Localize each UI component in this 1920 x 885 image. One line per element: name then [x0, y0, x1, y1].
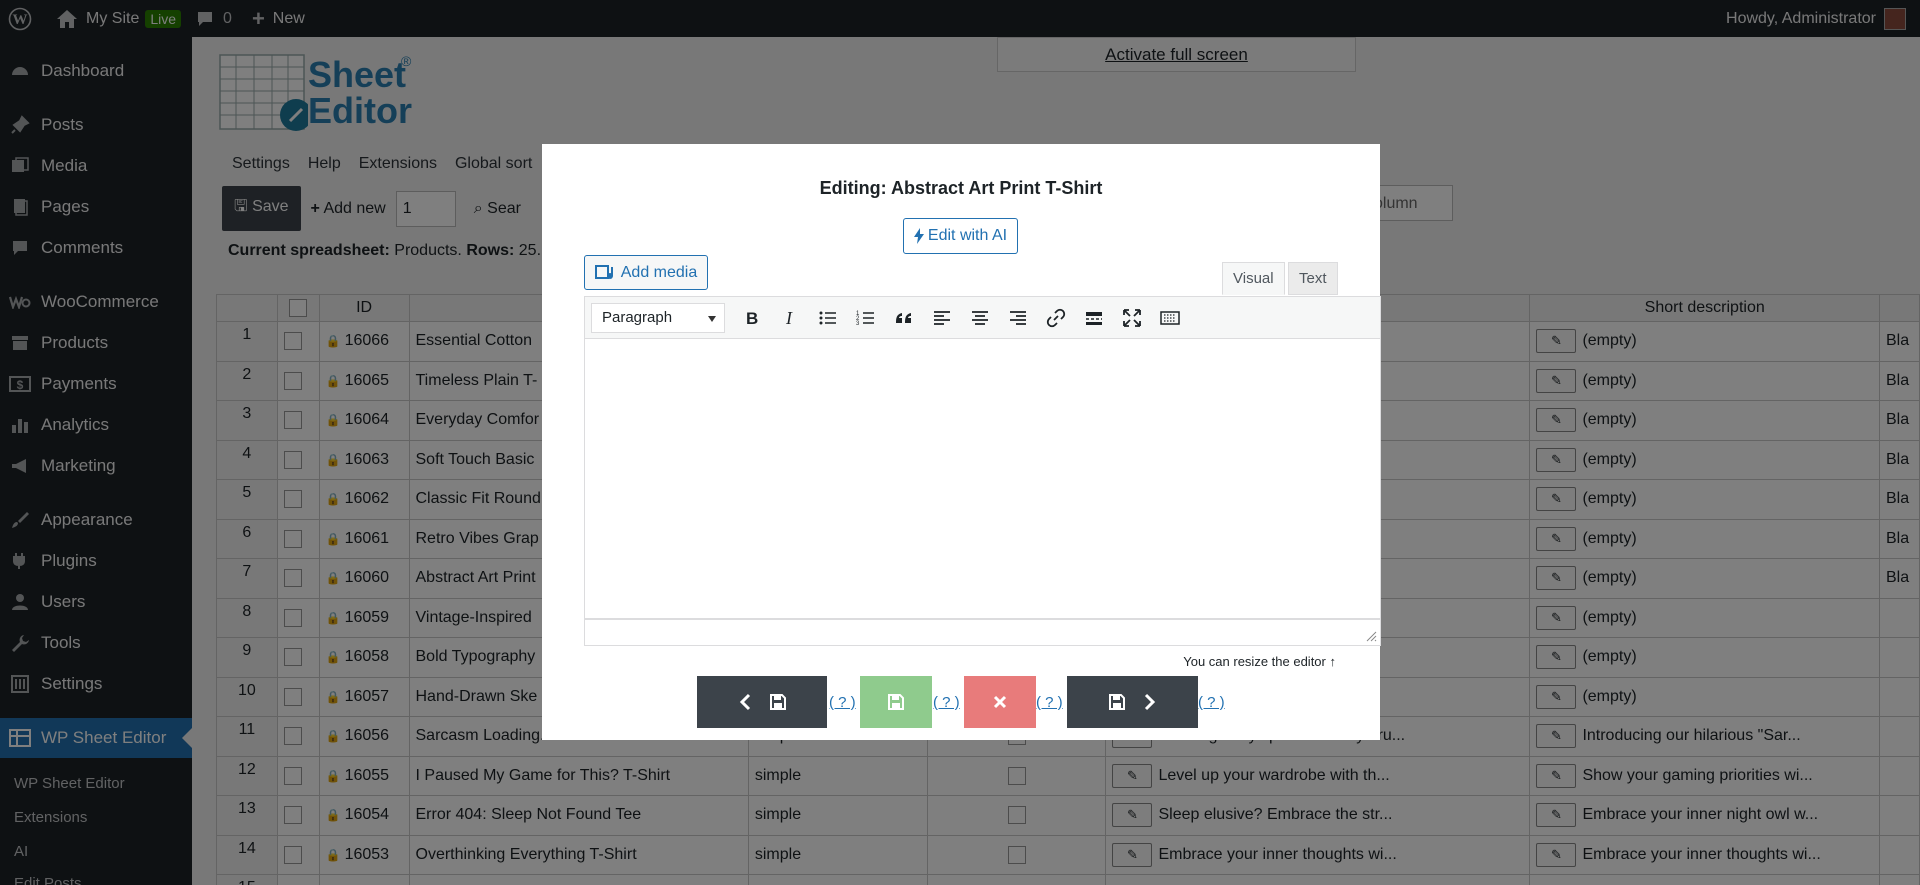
help-link-next[interactable]: ( ? ) — [1198, 694, 1225, 711]
arrow-up-icon: ↑ — [1329, 654, 1337, 669]
add-media-button[interactable]: Add media — [584, 255, 708, 290]
edit-content-modal: Editing: Abstract Art Print T-Shirt Edit… — [542, 144, 1381, 740]
fullscreen-icon[interactable] — [1115, 303, 1149, 333]
bullet-list-icon[interactable] — [811, 303, 845, 333]
lightning-icon — [913, 228, 924, 244]
svg-text:I: I — [785, 308, 793, 328]
add-media-label: Add media — [620, 263, 698, 281]
align-center-icon[interactable] — [963, 303, 997, 333]
edit-with-ai-button[interactable]: Edit with AI — [903, 218, 1018, 254]
read-more-icon[interactable] — [1077, 303, 1111, 333]
help-link-save[interactable]: ( ? ) — [933, 694, 960, 711]
resize-handle-icon[interactable] — [1365, 630, 1377, 642]
toolbar-toggle-icon[interactable] — [1153, 303, 1187, 333]
floppy-disk-icon — [888, 694, 904, 710]
format-select[interactable]: Paragraph — [591, 302, 725, 333]
edit-with-ai-label: Edit with AI — [927, 227, 1008, 244]
media-icon — [594, 264, 613, 279]
tab-visual[interactable]: Visual — [1222, 262, 1285, 295]
close-icon — [993, 695, 1007, 709]
modal-navigation: ( ? ) ( ? ) ( ? ) ( ? ) — [542, 676, 1380, 728]
save-button-modal[interactable] — [860, 676, 932, 728]
floppy-disk-icon — [1108, 694, 1125, 710]
bold-icon[interactable]: B — [735, 303, 769, 333]
blockquote-icon[interactable] — [887, 303, 921, 333]
resize-note-text: You can resize the editor — [1183, 654, 1326, 669]
save-previous-button[interactable] — [697, 676, 827, 728]
svg-text:3: 3 — [856, 321, 860, 327]
modal-title: Editing: Abstract Art Print T-Shirt — [819, 178, 1103, 198]
editor-statusbar — [584, 619, 1381, 646]
save-next-button[interactable] — [1067, 676, 1198, 728]
tab-text[interactable]: Text — [1288, 262, 1338, 295]
help-link-cancel[interactable]: ( ? ) — [1036, 694, 1063, 711]
chevron-right-icon — [1144, 693, 1155, 711]
italic-icon[interactable]: I — [773, 303, 807, 333]
numbered-list-icon[interactable]: 123 — [849, 303, 883, 333]
align-left-icon[interactable] — [925, 303, 959, 333]
help-link-previous[interactable]: ( ? ) — [829, 694, 856, 711]
align-right-icon[interactable] — [1001, 303, 1035, 333]
link-icon[interactable] — [1039, 303, 1073, 333]
editor-toolbar: Paragraph B I 123 — [584, 296, 1381, 339]
resize-note: You can resize the editor ↑ — [1183, 654, 1336, 669]
cancel-button[interactable] — [964, 676, 1036, 728]
svg-text:B: B — [746, 309, 758, 328]
chevron-left-icon — [739, 693, 751, 711]
editor-content-area[interactable] — [584, 339, 1381, 619]
floppy-disk-icon — [770, 694, 786, 710]
